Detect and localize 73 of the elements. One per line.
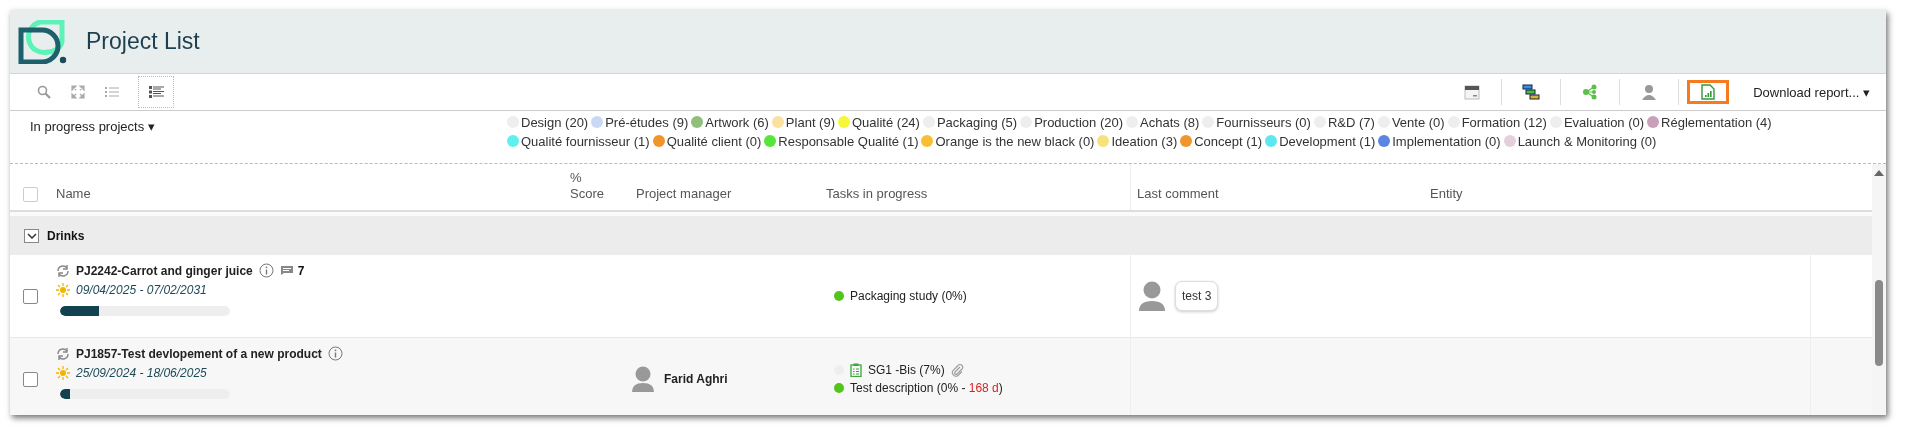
paperclip-icon[interactable]	[950, 363, 964, 377]
row-checkbox[interactable]	[22, 288, 38, 304]
row-checkbox[interactable]	[22, 371, 38, 387]
legend-label[interactable]: Packaging (5)	[936, 115, 1018, 130]
legend-label[interactable]: Réglementation (4)	[1661, 115, 1772, 130]
detail-view-button[interactable]	[138, 76, 174, 108]
gantt-icon	[1522, 84, 1541, 100]
column-header[interactable]: Entity	[1430, 186, 1463, 202]
manager-name: Farid Aghri	[664, 372, 728, 386]
chevron-icon	[26, 232, 37, 239]
legend-label[interactable]: Pré-études (9)	[605, 115, 689, 130]
legend-label[interactable]: Launch & Monitoring (0)	[1517, 134, 1657, 149]
refresh-icon	[56, 263, 70, 278]
comment-bubble: test 3	[1175, 281, 1219, 311]
legend-label[interactable]: Concept (1)	[1194, 134, 1263, 149]
network-icon	[1582, 84, 1599, 100]
sun-icon	[56, 366, 70, 380]
column-header[interactable]: Project manager	[636, 186, 732, 202]
page-title: Project List	[86, 28, 200, 55]
user-icon	[1641, 84, 1658, 100]
download-report-button[interactable]: Download report... ▾	[1753, 84, 1870, 100]
legend-label[interactable]: Achats (8)	[1140, 115, 1200, 130]
select-all-checkbox[interactable]	[22, 187, 38, 202]
avatar-icon	[632, 366, 654, 392]
project-link[interactable]: PJ2242-Carrot and ginger juice	[76, 263, 253, 278]
avatar-icon	[1139, 281, 1165, 311]
list-icon	[105, 86, 119, 98]
comment-icon	[279, 265, 294, 276]
project-filter-dropdown[interactable]: In progress projects ▾	[30, 119, 507, 134]
search-icon	[37, 85, 51, 99]
column-header[interactable]: Name	[56, 186, 91, 202]
calendar-icon	[1464, 84, 1481, 100]
legend-label[interactable]: Artwork (6)	[705, 115, 769, 130]
legend-label[interactable]: Qualité fournisseur (1)	[521, 134, 650, 149]
report-view-button[interactable]	[1687, 80, 1730, 104]
sun-icon	[56, 283, 70, 297]
task-label[interactable]: Test description (0% - 168 d)	[850, 381, 1003, 395]
legend-label[interactable]: Orange is the new black (0)	[935, 134, 1095, 149]
legend-label[interactable]: Fournisseurs (0)	[1216, 115, 1311, 130]
collapse-toggle[interactable]	[24, 228, 39, 243]
comment-count: 7	[297, 263, 305, 278]
legend-label[interactable]: Qualité client (0)	[666, 134, 762, 149]
legend-label[interactable]: Vente (0)	[1391, 115, 1445, 130]
legend-label[interactable]: Responsable Qualité (1)	[778, 134, 919, 149]
legend-label[interactable]: Evaluation (0)	[1563, 115, 1645, 130]
project-link[interactable]: PJ1857-Test devlopement of a new product	[76, 346, 322, 361]
logo-icon	[18, 19, 68, 64]
detail-list-icon	[148, 86, 164, 98]
legend-label[interactable]: Formation (12)	[1461, 115, 1547, 130]
legend-label[interactable]: Qualité (24)	[852, 115, 920, 130]
legend-label[interactable]: Production (20)	[1034, 115, 1124, 130]
refresh-icon	[56, 346, 70, 361]
clipboard-icon	[850, 363, 862, 377]
column-header[interactable]: % Score	[570, 170, 604, 202]
legend-label[interactable]: R&D (7)	[1327, 115, 1375, 130]
column-header[interactable]: Last comment	[1137, 186, 1219, 202]
expand-icon	[71, 85, 85, 99]
legend-label[interactable]: Plant (9)	[785, 115, 835, 130]
column-header[interactable]: Tasks in progress	[826, 186, 928, 202]
report-icon	[1701, 84, 1716, 100]
scroll-up-icon[interactable]	[1874, 170, 1884, 176]
legend-label[interactable]: Ideation (3)	[1111, 134, 1178, 149]
legend-label[interactable]: Implementation (0)	[1392, 134, 1501, 149]
task-label[interactable]: Packaging study (0%)	[850, 289, 967, 303]
group-label: Drinks	[47, 228, 85, 243]
project-dates: 09/04/2025 - 07/02/2031	[76, 283, 207, 297]
legend-label[interactable]: Development (1)	[1279, 134, 1376, 149]
legend-label[interactable]: Design (20)	[521, 115, 589, 130]
info-icon[interactable]	[258, 263, 274, 278]
scrollbar-thumb[interactable]	[1875, 280, 1883, 366]
info-icon[interactable]	[327, 346, 343, 361]
deliverable-label[interactable]: SG1 -Bis (7%)	[868, 363, 945, 377]
project-dates: 25/09/2024 - 18/06/2025	[76, 366, 207, 380]
